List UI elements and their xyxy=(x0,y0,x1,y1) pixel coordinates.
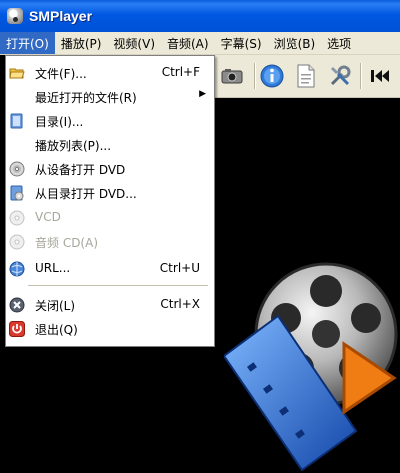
menu-item-quit[interactable]: 退出(Q) xyxy=(6,317,214,341)
previous-button[interactable] xyxy=(366,62,394,90)
open-menu-dropdown: 文件(F)... Ctrl+F 最近打开的文件(R) ▶ 目录(I)... 播放… xyxy=(5,55,215,347)
menu-item-recent-files[interactable]: 最近打开的文件(R) ▶ xyxy=(6,85,214,109)
menu-audio[interactable]: 音频(A) xyxy=(161,32,215,54)
toolbar-separator xyxy=(360,63,362,89)
skip-back-icon xyxy=(371,70,389,82)
shortcut-label: Ctrl+F xyxy=(161,65,200,79)
menu-item-dvd-device[interactable]: 从设备打开 DVD xyxy=(6,157,214,181)
menu-bar: 打开(O) 播放(P) 视频(V) 音频(A) 字幕(S) 浏览(B) 选项 xyxy=(0,32,400,55)
preferences-button[interactable] xyxy=(326,62,354,90)
properties-button[interactable] xyxy=(258,62,286,90)
menu-item-label: 目录(I)... xyxy=(35,115,84,129)
tools-icon xyxy=(330,65,351,86)
window-title: SMPlayer xyxy=(29,8,93,24)
playlist-button[interactable] xyxy=(292,62,320,90)
smplayer-app-icon xyxy=(7,8,23,24)
menu-subtitles[interactable]: 字幕(S) xyxy=(215,32,268,54)
smplayer-logo xyxy=(224,262,398,472)
menu-item-file[interactable]: 文件(F)... Ctrl+F xyxy=(6,61,214,85)
shortcut-label: Ctrl+U xyxy=(159,261,200,275)
vcd-disc-icon xyxy=(9,210,25,226)
directory-icon xyxy=(10,113,23,129)
menu-item-label: 从设备打开 DVD xyxy=(35,163,126,177)
menu-item-label: 最近打开的文件(R) xyxy=(35,91,137,105)
menu-item-playlist[interactable]: 播放列表(P)... xyxy=(6,133,214,157)
audio-cd-icon xyxy=(9,234,25,250)
toolbar-separator xyxy=(254,63,256,89)
menu-video[interactable]: 视频(V) xyxy=(107,32,161,54)
folder-open-icon xyxy=(9,68,25,79)
menu-item-label: 音频 CD(A) xyxy=(35,236,99,250)
menu-item-vcd: VCD xyxy=(6,206,214,230)
menu-item-label: 从目录打开 DVD... xyxy=(35,187,137,201)
menu-item-label: 关闭(L) xyxy=(35,299,76,313)
dvd-disc-icon xyxy=(9,161,25,177)
toolbar xyxy=(214,55,400,98)
menu-item-dvd-folder[interactable]: 从目录打开 DVD... xyxy=(6,181,214,205)
menu-item-close[interactable]: 关闭(L) Ctrl+X xyxy=(6,293,214,317)
screenshot-button[interactable] xyxy=(218,62,246,90)
power-icon xyxy=(9,321,25,337)
menu-item-label: 退出(Q) xyxy=(35,323,78,337)
menu-item-label: 播放列表(P)... xyxy=(35,139,112,153)
camera-icon xyxy=(221,69,243,84)
info-icon xyxy=(260,64,284,88)
menu-browse[interactable]: 浏览(B) xyxy=(268,32,322,54)
close-circle-icon xyxy=(9,297,25,313)
menu-item-directory[interactable]: 目录(I)... xyxy=(6,109,214,133)
menu-options[interactable]: 选项 xyxy=(321,32,357,54)
menu-item-url[interactable]: URL... Ctrl+U xyxy=(6,257,214,281)
menu-item-label: 文件(F)... xyxy=(35,67,87,81)
shortcut-label: Ctrl+X xyxy=(160,297,200,311)
url-globe-icon xyxy=(9,261,25,277)
menu-item-label: URL... xyxy=(35,261,71,275)
submenu-arrow-icon: ▶ xyxy=(199,89,206,99)
menu-open[interactable]: 打开(O) xyxy=(0,32,55,54)
dvd-folder-icon xyxy=(10,185,24,201)
document-icon xyxy=(297,64,315,88)
title-bar: SMPlayer xyxy=(0,0,400,32)
menu-item-audio-cd: 音频 CD(A) xyxy=(6,230,214,254)
menu-item-label: VCD xyxy=(35,210,61,224)
menu-separator xyxy=(28,285,208,286)
menu-play[interactable]: 播放(P) xyxy=(55,32,108,54)
